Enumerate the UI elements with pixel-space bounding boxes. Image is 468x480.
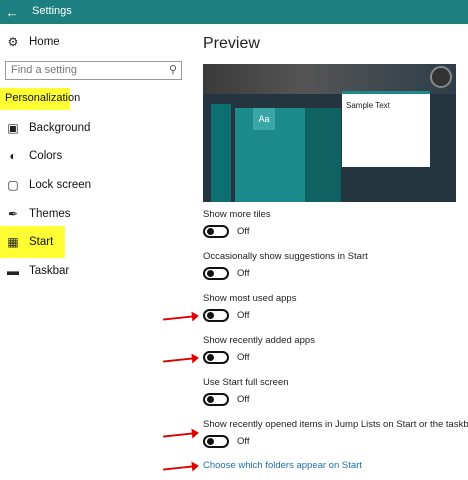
sidebar: ⚙ Home Find a setting ⚲ Personalization … — [0, 24, 190, 480]
toggle-row-most-used-apps: Off — [203, 308, 250, 322]
start-preview-image: Aa Sample Text — [203, 64, 456, 202]
setting-label-jump-lists: Show recently opened items in Jump Lists… — [203, 419, 468, 430]
toggle-state: Off — [237, 267, 250, 279]
preview-tile: Aa — [253, 108, 275, 130]
toggle-row-more-tiles: Off — [203, 224, 250, 238]
toggle-state: Off — [237, 393, 250, 405]
choose-folders-link[interactable]: Choose which folders appear on Start — [203, 460, 362, 471]
toggle-switch-more-tiles[interactable] — [203, 224, 229, 238]
palette-icon: ◐ — [9, 149, 17, 163]
preview-badge-icon — [430, 66, 452, 88]
sidebar-item-taskbar[interactable]: ▬ Taskbar — [0, 258, 190, 284]
preview-start-menu — [211, 104, 231, 202]
sidebar-item-home[interactable]: ⚙ Home — [0, 29, 190, 55]
setting-label-recently-added-apps: Show recently added apps — [203, 335, 315, 346]
lock-screen-icon: ▢ — [7, 178, 19, 192]
sidebar-item-label: Colors — [29, 150, 63, 162]
setting-label-suggestions: Occasionally show suggestions in Start — [203, 251, 368, 262]
taskbar-icon: ▬ — [7, 264, 19, 278]
search-input[interactable]: Find a setting ⚲ — [5, 61, 182, 80]
preview-sample-text: Sample Text — [346, 101, 390, 110]
toggle-state: Off — [237, 351, 250, 363]
toggle-row-jump-lists: Off — [203, 434, 250, 448]
toggle-switch-jump-lists[interactable] — [203, 434, 229, 448]
section-label-personalization: Personalization — [0, 88, 80, 110]
sidebar-item-label: Lock screen — [29, 179, 92, 191]
sidebar-item-start[interactable]: ▦ Start — [0, 226, 65, 258]
toggle-row-recently-added-apps: Off — [203, 350, 250, 364]
window-title: Settings — [32, 5, 72, 17]
search-icon[interactable]: ⚲ — [169, 63, 177, 76]
brush-icon: ✒ — [7, 207, 19, 221]
toggle-switch-most-used-apps[interactable] — [203, 308, 229, 322]
gear-icon: ⚙ — [7, 35, 19, 49]
toggle-switch-suggestions[interactable] — [203, 266, 229, 280]
toggle-row-full-screen: Off — [203, 392, 250, 406]
toggle-state: Off — [237, 309, 250, 321]
toggle-switch-full-screen[interactable] — [203, 392, 229, 406]
sidebar-item-lock-screen[interactable]: ▢ Lock screen — [0, 172, 190, 198]
sidebar-item-colors[interactable]: ◐ Colors — [0, 143, 190, 169]
sidebar-item-background[interactable]: ▣ Background — [0, 115, 190, 141]
setting-label-most-used-apps: Show most used apps — [203, 293, 297, 304]
setting-label-full-screen: Use Start full screen — [203, 377, 289, 388]
preview-wallpaper — [203, 64, 456, 94]
toggle-state: Off — [237, 225, 250, 237]
preview-tile-strip — [305, 108, 341, 202]
sidebar-item-themes[interactable]: ✒ Themes — [0, 201, 190, 227]
sidebar-item-label: Start — [29, 236, 54, 248]
preview-window: Sample Text — [342, 91, 430, 167]
search-placeholder: Find a setting — [11, 64, 78, 76]
page-title: Preview — [203, 35, 260, 52]
setting-label-more-tiles: Show more tiles — [203, 209, 271, 220]
picture-icon: ▣ — [7, 121, 19, 135]
sidebar-item-label: Taskbar — [29, 265, 70, 277]
toggle-state: Off — [237, 435, 250, 447]
back-arrow-icon[interactable]: ← — [0, 0, 24, 24]
toggle-switch-recently-added-apps[interactable] — [203, 350, 229, 364]
sidebar-item-label: Background — [29, 122, 91, 134]
sidebar-item-label: Home — [29, 36, 60, 48]
toggle-row-suggestions: Off — [203, 266, 250, 280]
main-content: Preview Aa Sample Text Show more tiles O… — [203, 24, 468, 480]
title-bar: ← Settings — [0, 0, 468, 24]
start-icon: ▦ — [7, 235, 19, 249]
sidebar-item-label: Themes — [29, 208, 71, 220]
